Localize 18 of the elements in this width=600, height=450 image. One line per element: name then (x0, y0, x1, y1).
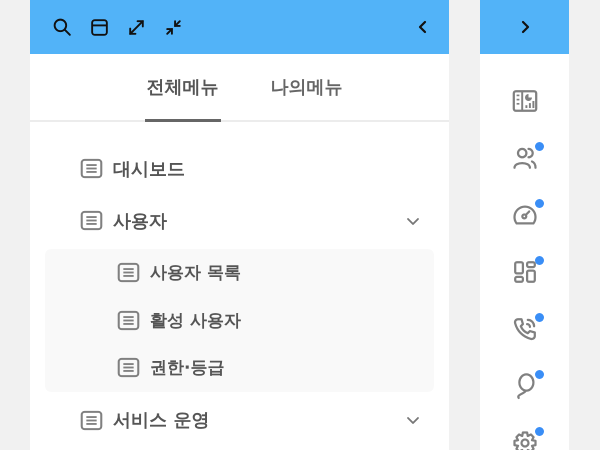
window-icon[interactable] (89, 16, 110, 38)
menu-item[interactable]: 사용자 (30, 192, 449, 249)
document-icon (117, 261, 140, 284)
document-icon (117, 356, 140, 380)
document-icon (80, 209, 103, 232)
dashboard-icon[interactable] (510, 87, 538, 115)
menu-item[interactable]: 활성 사용자 (45, 296, 434, 344)
menu-item[interactable]: 사용자 목록 (45, 249, 434, 296)
document-icon (117, 308, 140, 332)
search-icon[interactable] (52, 16, 73, 38)
menu-tab[interactable]: 전체메뉴 (144, 54, 220, 122)
settings-icon[interactable] (510, 429, 538, 450)
menu-tab[interactable]: 나의메뉴 (268, 54, 344, 122)
menu-item[interactable]: 대시보드 (30, 145, 449, 192)
menu-item[interactable]: 서비스 운영 (30, 392, 449, 448)
menu-item[interactable]: 권한·등급 (45, 344, 434, 392)
document-icon (80, 408, 103, 432)
document-icon (80, 157, 103, 180)
